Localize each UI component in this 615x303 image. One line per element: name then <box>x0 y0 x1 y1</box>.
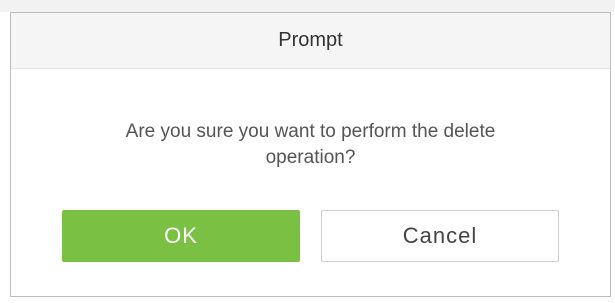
background-page-sliver <box>0 0 615 12</box>
dialog-message-line-2: operation? <box>265 147 356 168</box>
confirm-delete-dialog: Prompt Are you sure you want to perform … <box>10 12 611 297</box>
dialog-message-line-1: Are you sure you want to perform the del… <box>125 121 496 142</box>
dialog-message: Are you sure you want to perform the del… <box>11 119 610 171</box>
dialog-title: Prompt <box>278 29 343 51</box>
dialog-header: Prompt <box>11 13 610 69</box>
cancel-button[interactable]: Cancel <box>321 210 559 262</box>
ok-button[interactable]: OK <box>62 210 300 262</box>
dialog-footer: OK Cancel <box>11 210 610 262</box>
